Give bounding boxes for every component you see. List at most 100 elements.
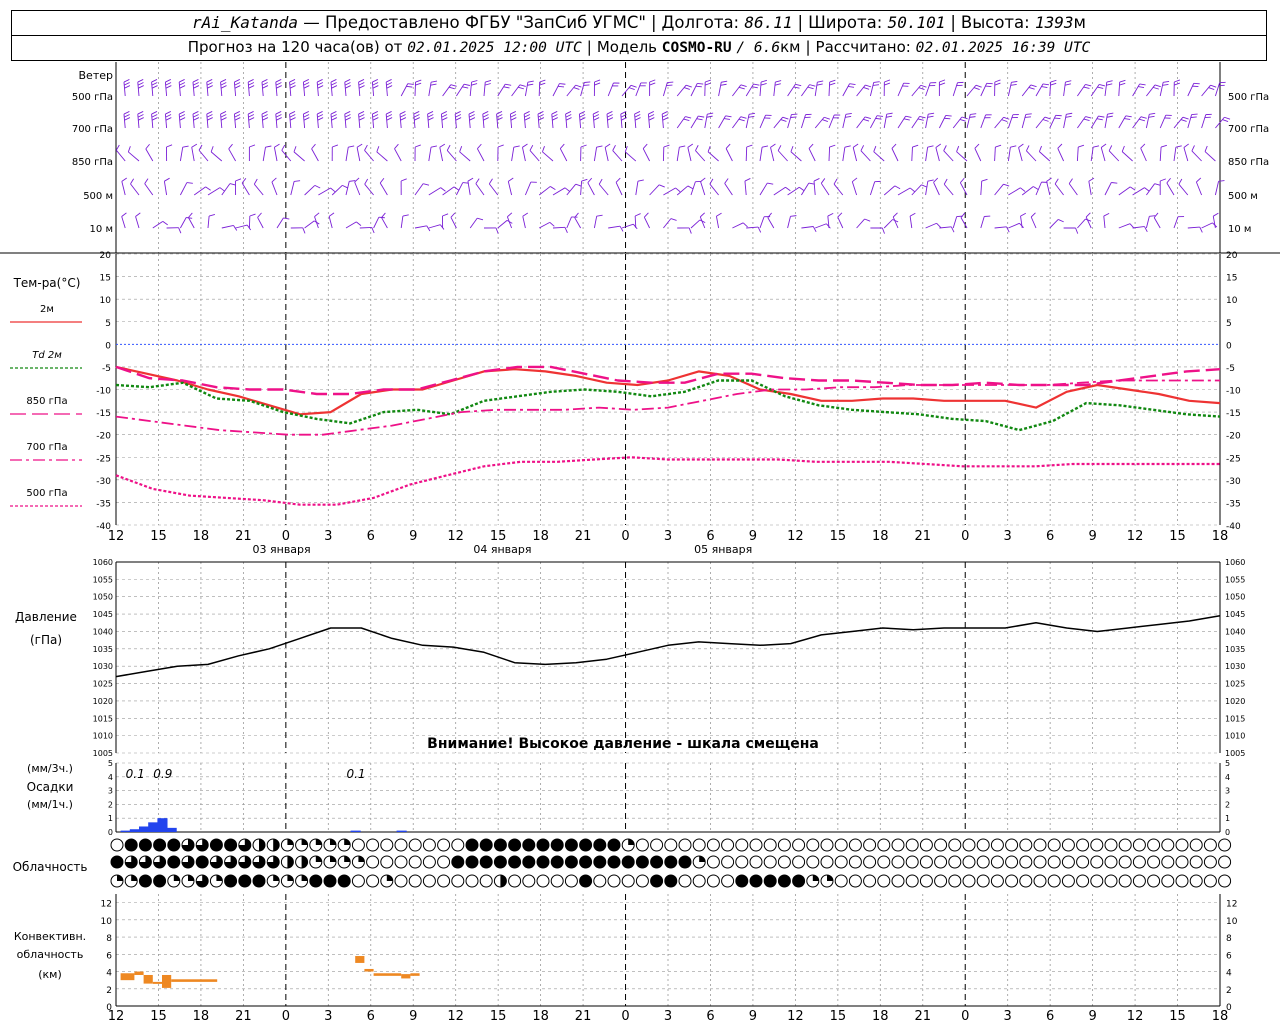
wind-barb [856,116,871,129]
cloud-symbol [167,855,181,869]
wind-barb [304,185,321,196]
cloud-symbol [323,838,337,852]
conv-ylabel-3: (км) [38,968,62,981]
wind-barb [1187,113,1198,129]
wind-barb [1057,143,1065,162]
cloud-symbol [777,838,791,852]
wind-barb [206,79,213,97]
cloud-symbol [919,855,933,869]
wind-barb [690,115,705,129]
precip-ytick-left: 0 [108,828,113,837]
wind-barb [662,144,670,162]
wind-barb [938,79,946,97]
cloud-symbol [1047,874,1061,888]
wind-barb [496,111,503,129]
wind-barb [1145,215,1156,229]
conv-xtick-label: 18 [1212,1009,1229,1024]
wind-barb [925,112,935,129]
cloud-symbol [1090,855,1104,869]
cloud-symbol [820,855,834,869]
cloud-symbol [280,855,294,869]
temp-legend-label: 850 гПа [26,396,67,407]
temp-xtick-label: 3 [1004,529,1012,544]
wind-barb [1132,83,1146,97]
cloud-symbol [437,874,451,888]
wind-barb [687,143,694,162]
wind-barb [1063,227,1079,234]
wind-barb [891,143,899,162]
cloud-symbol [621,874,635,888]
wind-barb [883,79,891,97]
precip-bar [139,826,150,832]
pressure-ytick-left: 1025 [93,680,113,689]
wind-title: Ветер [79,69,113,82]
precip-ytick-left: 1 [108,814,113,823]
wind-barb [477,143,485,162]
cloud-symbol [295,855,309,869]
cloud-symbol [863,874,877,888]
cloud-symbol [1189,838,1203,852]
wind-barb [442,213,449,229]
wind-barb [289,111,296,129]
cloud-symbol [579,838,593,852]
wind-barb [344,111,351,129]
wind-barb [1063,80,1072,97]
cloud-symbol [366,855,380,869]
wind-barb [1118,223,1135,229]
temp-ytick-left: -35 [96,499,111,509]
wind-barb [248,144,256,162]
wind-barb [676,84,692,97]
temp-xtick-label: 21 [235,529,252,544]
cloud-symbol [224,874,238,888]
wind-barb [1068,178,1078,196]
precip-ylabel: Осадки [27,780,74,794]
wind-barb [262,145,272,162]
wind-barb [1146,84,1161,97]
cloud-symbol [1047,838,1061,852]
cloud-symbol [1005,838,1019,852]
conv-xtick-label: 12 [1127,1009,1144,1024]
wind-barb [1201,113,1212,129]
temp-ytick-right: 10 [1226,296,1238,306]
wind-barb [180,182,193,196]
conv-xtick-label: 0 [961,1009,969,1024]
cloud-symbol [323,855,337,869]
cloud-symbol [323,874,337,888]
wind-barb [207,214,216,229]
cloud-symbol [1061,855,1075,869]
conv-xtick-label: 15 [830,1009,847,1024]
wind-barb [414,144,421,162]
wind-barb [608,225,624,232]
wind-barb [815,223,831,229]
cloud-symbol [1161,838,1175,852]
wind-barb [440,111,448,129]
conv-ytick-right: 12 [1226,900,1237,910]
wind-barb [718,115,732,129]
wind-barb [621,84,637,97]
cloud-symbol [522,874,536,888]
cloud-symbol [621,838,635,852]
temp-xtick-label: 9 [749,529,757,544]
wind-barb [820,178,830,196]
wind-barb [938,115,952,129]
cloud-symbol [380,838,394,852]
temp-ytick-left: -5 [102,364,111,374]
wind-barb [399,111,407,129]
conv-xtick-label: 0 [282,1009,290,1024]
cloud-symbol [110,855,124,869]
cloud-symbol [1118,838,1132,852]
cloud-symbol [1203,855,1217,869]
precip-total-label: 0.9 [153,767,172,781]
cloud-symbol [337,855,351,869]
temp-xtick-label: 18 [193,529,210,544]
cloud-symbol [678,838,692,852]
wind-barb [700,177,706,196]
temp-ylabel: Тем-ра(°C) [13,276,81,290]
wind-barb [228,143,236,162]
wind-barb [635,179,644,196]
cloud-symbol [820,838,834,852]
wind-barb [1204,145,1216,162]
cloud-symbol [1189,874,1203,888]
conv-cloud-bar [401,974,411,979]
cloud-symbol [962,855,976,869]
